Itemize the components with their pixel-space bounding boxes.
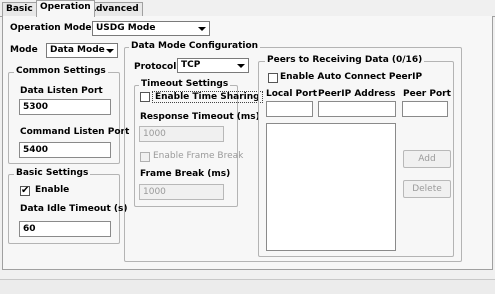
frame-break-checkbox[interactable]: [140, 152, 150, 162]
command-listen-port-input[interactable]: 5400: [19, 142, 111, 158]
tab-operation[interactable]: Operation: [36, 0, 95, 17]
response-timeout-input[interactable]: 1000: [139, 126, 224, 142]
common-settings-title: Common Settings: [14, 66, 108, 76]
frame-break-input[interactable]: 1000: [139, 184, 224, 200]
peer-ip-label: PeerIP Address: [318, 89, 396, 99]
status-bar: [0, 279, 495, 294]
idle-timeout-input[interactable]: 60: [19, 221, 111, 237]
peer-ip-input[interactable]: [318, 101, 396, 117]
local-port-label: Local Port: [266, 89, 318, 99]
basic-settings-title: Basic Settings: [14, 168, 91, 178]
operation-mode-value: USDG Mode: [96, 23, 156, 33]
time-sharing-checkbox[interactable]: [140, 92, 150, 102]
chevron-down-icon: [104, 44, 115, 57]
command-listen-port-label: Command Listen Port: [20, 127, 130, 137]
tab-basic[interactable]: Basic: [2, 2, 37, 16]
local-port-input[interactable]: [266, 101, 313, 117]
mode-label: Mode: [10, 45, 38, 55]
timeout-settings-title: Timeout Settings: [139, 79, 231, 89]
peer-port-label: Peer Port: [403, 89, 451, 99]
data-listen-port-input[interactable]: 5300: [19, 99, 111, 115]
time-sharing-label: Enable Time Sharing: [152, 91, 263, 103]
data-listen-port-label: Data Listen Port: [20, 86, 103, 96]
response-timeout-label: Response Timeout (ms): [140, 112, 260, 122]
idle-timeout-label: Data Idle Timeout (s): [20, 204, 128, 214]
mode-value: Data Mode: [50, 45, 105, 55]
enable-label: Enable: [35, 185, 70, 195]
add-button[interactable]: Add: [403, 150, 451, 168]
protocol-label: Protocol: [134, 62, 177, 72]
operation-mode-label: Operation Mode: [10, 23, 92, 33]
peers-title: Peers to Receiving Data (0/16): [265, 55, 425, 65]
peers-list[interactable]: [266, 123, 396, 251]
delete-button[interactable]: Delete: [403, 180, 451, 198]
operation-mode-select[interactable]: USDG Mode: [92, 21, 210, 36]
auto-connect-label: Enable Auto Connect PeerIP: [280, 72, 423, 82]
protocol-value: TCP: [181, 60, 201, 70]
chevron-down-icon: [235, 59, 246, 72]
tab-strip: Basic Operation Advanced: [0, 0, 495, 17]
enable-checkbox[interactable]: [20, 184, 30, 198]
data-mode-config-title: Data Mode Configuration: [129, 41, 261, 51]
frame-break-label: Frame Break (ms): [140, 169, 231, 179]
peer-port-input[interactable]: [402, 101, 448, 117]
protocol-select[interactable]: TCP: [177, 58, 249, 73]
auto-connect-checkbox[interactable]: [268, 73, 278, 83]
chevron-down-icon: [196, 22, 207, 35]
mode-select[interactable]: Data Mode: [46, 43, 118, 58]
frame-break-enable-label: Enable Frame Break: [153, 151, 244, 161]
